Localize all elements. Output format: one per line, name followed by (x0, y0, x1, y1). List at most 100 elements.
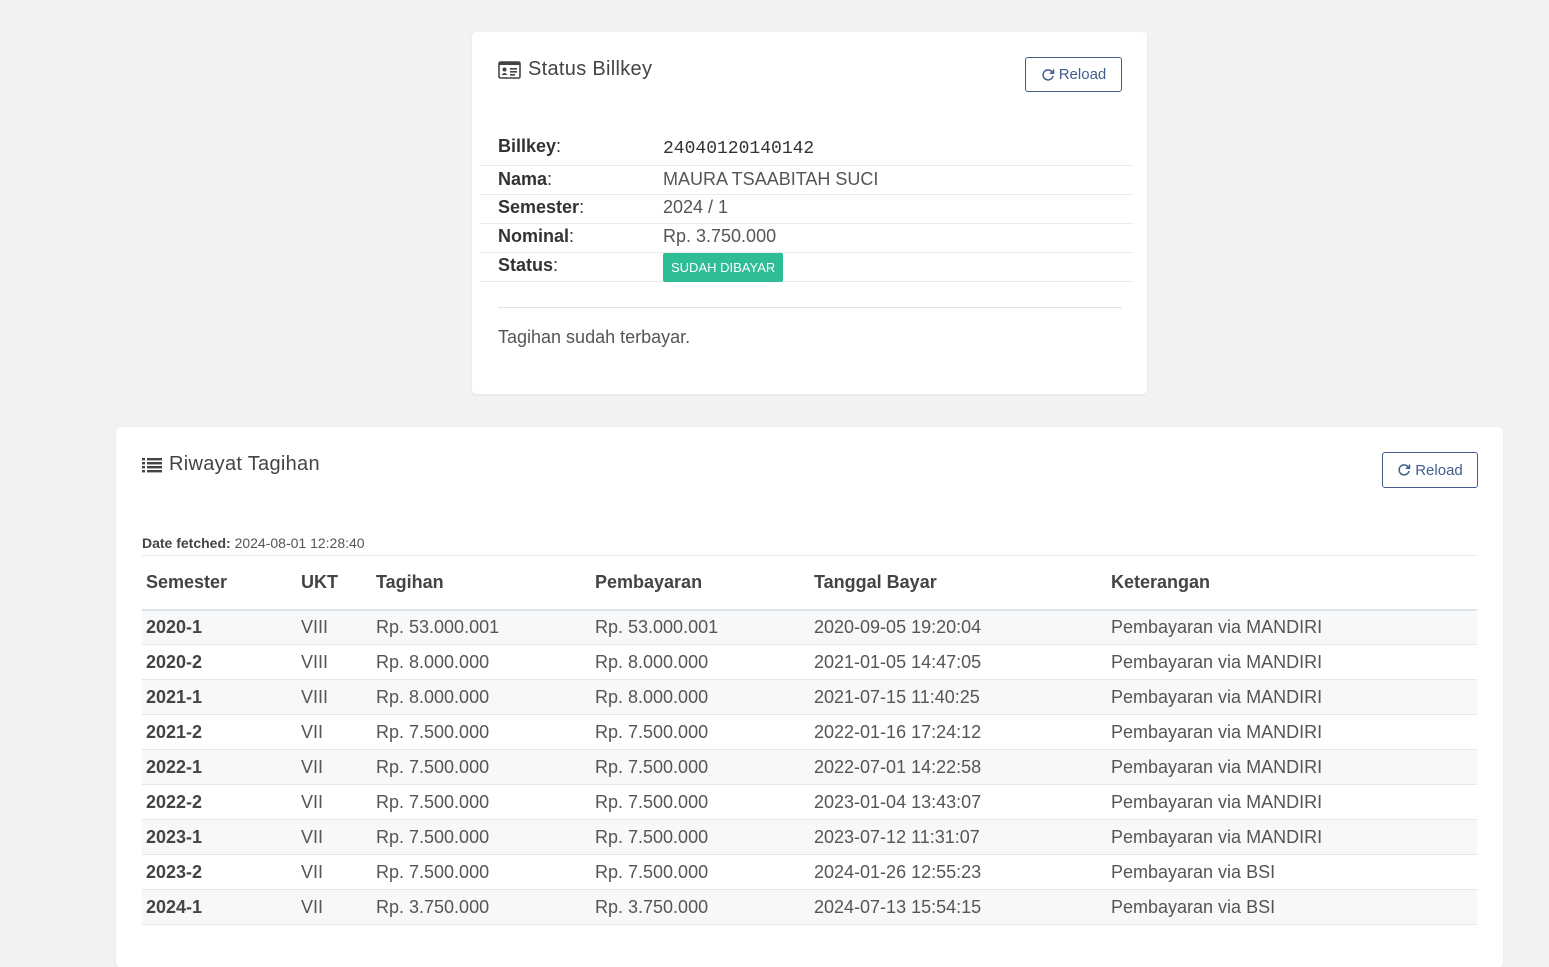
cell-pembayaran: Rp. 7.500.000 (591, 714, 810, 750)
cell-pembayaran: Rp. 7.500.000 (591, 819, 810, 855)
cell-keterangan: Pembayaran via MANDIRI (1107, 644, 1477, 680)
cell-pembayaran: Rp. 7.500.000 (591, 854, 810, 890)
cell-keterangan: Pembayaran via MANDIRI (1107, 714, 1477, 750)
cell-semester: 2021-2 (142, 714, 297, 750)
nominal-value: Rp. 3.750.000 (663, 226, 777, 246)
nama-label: Nama (498, 169, 548, 189)
cell-keterangan: Pembayaran via MANDIRI (1107, 679, 1477, 715)
refresh-icon (1041, 68, 1055, 82)
cell-semester: 2023-2 (142, 854, 297, 890)
col-ukt[interactable]: UKT (297, 555, 372, 611)
col-keterangan[interactable]: Keterangan (1107, 555, 1477, 611)
cell-ukt: VII (297, 889, 372, 925)
cell-tagihan: Rp. 7.500.000 (372, 714, 591, 750)
table-row: 2020-1 VIII Rp. 53.000.001 Rp. 53.000.001 20… (142, 609, 1477, 645)
history-card-title: Riwayat Tagihan (142, 453, 320, 476)
refresh-icon (1397, 463, 1411, 477)
detail-row-nominal: Nominal: Rp. 3.750.000 (480, 224, 1134, 253)
table-row: 2021-2 VII Rp. 7.500.000 Rp. 7.500.000 2022-… (142, 714, 1477, 750)
col-tanggal-bayar[interactable]: Tanggal Bayar (810, 555, 1107, 611)
detail-row-nama: Nama: MAURA TSAABITAH SUCI (480, 166, 1134, 195)
date-fetched: Date fetched: 2024-08-01 12:28:40 (142, 535, 365, 551)
cell-pembayaran: Rp. 3.750.000 (591, 889, 810, 925)
history-reload-label: Reload (1415, 461, 1463, 479)
table-row: 2023-1 VII Rp. 7.500.000 Rp. 7.500.000 2023-… (142, 819, 1477, 855)
col-semester[interactable]: Semester (142, 555, 297, 611)
history-table: Semester UKT Tagihan Pembayaran Tanggal … (142, 555, 1477, 925)
col-tagihan[interactable]: Tagihan (372, 555, 591, 611)
cell-pembayaran: Rp. 7.500.000 (591, 749, 810, 785)
cell-ukt: VII (297, 819, 372, 855)
riwayat-tagihan-card: Riwayat Tagihan Reload Date fetched: 202… (116, 427, 1503, 967)
status-badge: SUDAH DIBAYAR (663, 253, 784, 282)
semester-value: 2024 / 1 (663, 197, 729, 217)
cell-pembayaran: Rp. 53.000.001 (591, 609, 810, 645)
cell-keterangan: Pembayaran via MANDIRI (1107, 609, 1477, 645)
history-reload-button[interactable]: Reload (1382, 452, 1478, 488)
cell-ukt: VII (297, 714, 372, 750)
cell-tanggal-bayar: 2022-07-01 14:22:58 (810, 749, 1107, 785)
cell-ukt: VIII (297, 609, 372, 645)
table-row: 2022-1 VII Rp. 7.500.000 Rp. 7.500.000 2022-… (142, 749, 1477, 785)
table-row: 2023-2 VII Rp. 7.500.000 Rp. 7.500.000 2024-… (142, 854, 1477, 890)
cell-keterangan: Pembayaran via MANDIRI (1107, 749, 1477, 785)
table-row: 2024-1 VII Rp. 3.750.000 Rp. 3.750.000 2024-… (142, 889, 1477, 925)
cell-ukt: VII (297, 784, 372, 820)
cell-tagihan: Rp. 8.000.000 (372, 679, 591, 715)
cell-tagihan: Rp. 7.500.000 (372, 819, 591, 855)
cell-tanggal-bayar: 2024-07-13 15:54:15 (810, 889, 1107, 925)
cell-semester: 2021-1 (142, 679, 297, 715)
status-label: Status (498, 255, 554, 275)
cell-keterangan: Pembayaran via MANDIRI (1107, 819, 1477, 855)
status-billkey-card: Status Billkey Reload Billkey: 240401201… (472, 32, 1147, 394)
cell-semester: 2020-2 (142, 644, 297, 680)
status-card-title: Status Billkey (498, 58, 652, 81)
cell-tanggal-bayar: 2021-01-05 14:47:05 (810, 644, 1107, 680)
list-icon (142, 457, 162, 473)
status-divider (498, 307, 1122, 308)
cell-tanggal-bayar: 2023-01-04 13:43:07 (810, 784, 1107, 820)
cell-ukt: VIII (297, 679, 372, 715)
table-row: 2022-2 VII Rp. 7.500.000 Rp. 7.500.000 2023-… (142, 784, 1477, 820)
cell-semester: 2022-2 (142, 784, 297, 820)
cell-tagihan: Rp. 53.000.001 (372, 609, 591, 645)
detail-row-status: Status: (480, 253, 1134, 282)
cell-pembayaran: Rp. 8.000.000 (591, 644, 810, 680)
semester-label: Semester (498, 197, 580, 217)
cell-tagihan: Rp. 7.500.000 (372, 749, 591, 785)
cell-tanggal-bayar: 2024-01-26 12:55:23 (810, 854, 1107, 890)
table-row: 2020-2 VIII Rp. 8.000.000 Rp. 8.000.000 2021… (142, 644, 1477, 680)
id-card-icon (498, 60, 521, 79)
detail-row-billkey: Billkey: 24040120140142 (480, 132, 1134, 166)
cell-tagihan: Rp. 7.500.000 (372, 784, 591, 820)
cell-keterangan: Pembayaran via BSI (1107, 889, 1477, 925)
col-pembayaran[interactable]: Pembayaran (591, 555, 810, 611)
table-row: 2021-1 VIII Rp. 8.000.000 Rp. 8.000.000 2021… (142, 679, 1477, 715)
cell-tanggal-bayar: 2021-07-15 11:40:25 (810, 679, 1107, 715)
cell-semester: 2020-1 (142, 609, 297, 645)
cell-ukt: VII (297, 749, 372, 785)
status-card-title-text: Status Billkey (528, 58, 653, 80)
cell-tanggal-bayar: 2023-07-12 11:31:07 (810, 819, 1107, 855)
cell-tagihan: Rp. 8.000.000 (372, 644, 591, 680)
cell-semester: 2023-1 (142, 819, 297, 855)
cell-semester: 2024-1 (142, 889, 297, 925)
billkey-value: 24040120140142 (663, 139, 815, 159)
cell-keterangan: Pembayaran via MANDIRI (1107, 784, 1477, 820)
cell-tagihan: Rp. 3.750.000 (372, 889, 591, 925)
status-reload-label: Reload (1058, 66, 1107, 83)
cell-ukt: VIII (297, 644, 372, 680)
detail-row-semester: Semester: 2024 / 1 (480, 195, 1134, 224)
cell-ukt: VII (297, 854, 372, 890)
status-note: Tagihan sudah terbayar. (498, 327, 691, 347)
history-card-title-text: Riwayat Tagihan (169, 453, 320, 475)
cell-tanggal-bayar: 2020-09-05 19:20:04 (810, 609, 1107, 645)
status-reload-button[interactable]: Reload (1025, 57, 1122, 92)
history-table-header: Semester UKT Tagihan Pembayaran Tanggal … (142, 555, 1477, 611)
billkey-label: Billkey (498, 136, 557, 156)
cell-tagihan: Rp. 7.500.000 (372, 854, 591, 890)
cell-pembayaran: Rp. 7.500.000 (591, 784, 810, 820)
date-fetched-label: Date fetched: (142, 535, 231, 551)
cell-pembayaran: Rp. 8.000.000 (591, 679, 810, 715)
cell-keterangan: Pembayaran via BSI (1107, 854, 1477, 890)
